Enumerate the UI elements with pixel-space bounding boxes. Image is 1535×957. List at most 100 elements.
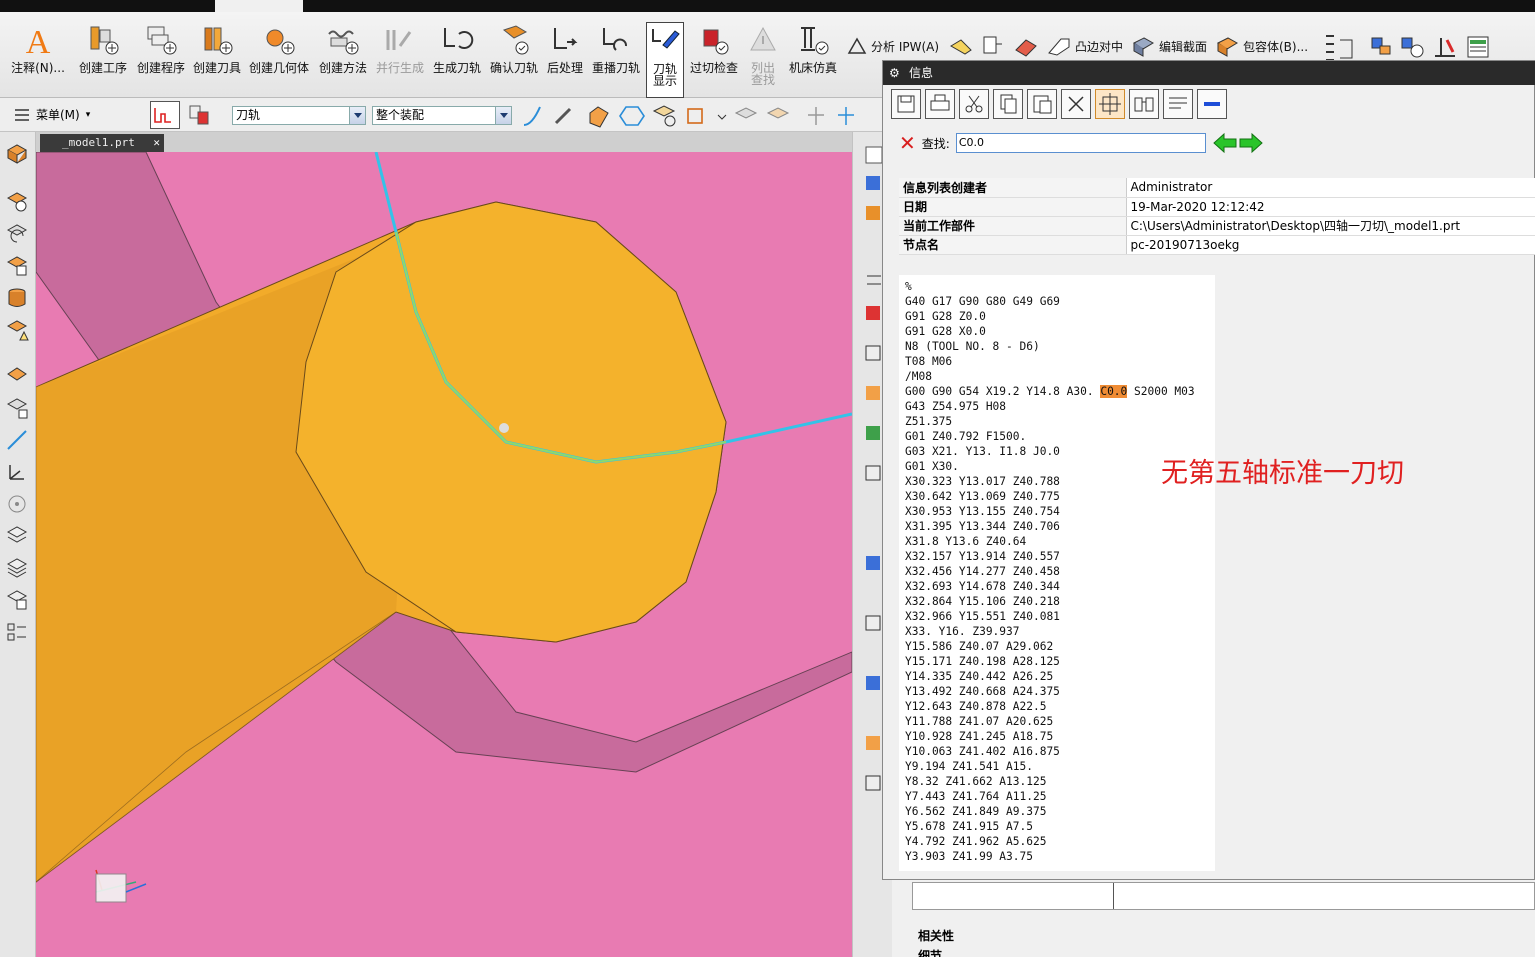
generate-toolpath-icon xyxy=(444,28,474,49)
verify-toolpath-icon xyxy=(502,25,529,55)
info-property-value: 19-Mar-2020 12:12:42 xyxy=(1126,197,1535,217)
chevron-down-icon[interactable] xyxy=(495,107,511,124)
list-find-button[interactable]: 列出 查找 xyxy=(744,18,782,90)
time-icon[interactable] xyxy=(1398,34,1426,60)
delete-button[interactable] xyxy=(1061,89,1091,119)
replay-toolpath-button[interactable]: 重播刀轨 xyxy=(590,18,642,90)
locate-button[interactable] xyxy=(1095,89,1125,119)
nc-code-line: Y5.678 Z41.915 A7.5 xyxy=(905,820,1033,833)
nc-code-listing[interactable]: % G40 G17 G90 G80 G49 G69 G91 G28 Z0.0 G91 … xyxy=(899,275,1215,871)
part-model-view[interactable] xyxy=(36,152,852,957)
minimize-button[interactable] xyxy=(1197,89,1227,119)
nc-code-line: T08 M06 xyxy=(905,355,953,368)
info-properties-table: 信息列表创建者 Administrator 日期 19-Mar-2020 12:12:… xyxy=(899,178,1535,255)
scope-filter-value: 整个装配 xyxy=(376,108,425,122)
analyze-ipw-button[interactable]: 分析 IPW(A) xyxy=(846,32,939,60)
settings-layer-icon[interactable] xyxy=(5,524,29,548)
edit-section-icon xyxy=(1133,37,1154,57)
find-label: 查找: xyxy=(921,136,950,151)
create-operation-button[interactable]: 创建工序 xyxy=(76,18,130,90)
nc-code-line: Y3.903 Z41.99 A3.75 xyxy=(905,850,1033,863)
create-geometry-button[interactable]: 创建几何体 xyxy=(247,18,311,90)
report-icon[interactable] xyxy=(980,34,1006,58)
verify-toolpath-button[interactable]: 确认刀轨 xyxy=(487,18,541,90)
machine-simulation-button[interactable]: 机床仿真 xyxy=(786,18,840,90)
type-filter-combo[interactable]: 刀轨 xyxy=(232,106,366,125)
eraser-icon[interactable] xyxy=(1013,36,1039,58)
nc-code-line: % xyxy=(905,280,912,293)
copy-icon[interactable] xyxy=(5,254,29,278)
create-method-label: 创建方法 xyxy=(318,61,367,75)
graphics-viewport[interactable] xyxy=(36,152,852,957)
rotate-icon[interactable] xyxy=(5,222,29,246)
crosshair-icon xyxy=(1099,93,1121,115)
scope-filter-combo[interactable]: 整个装配 xyxy=(372,106,512,125)
parallel-generate-icon xyxy=(386,30,412,50)
gouge-check-button[interactable]: 过切检查 xyxy=(688,18,740,90)
layers-icon[interactable] xyxy=(5,556,29,580)
edit-section-button[interactable]: 编辑截面 xyxy=(1130,32,1207,60)
edit-layer-icon[interactable] xyxy=(5,588,29,612)
nc-code-line: N8 (TOOL NO. 8 - D6) xyxy=(905,340,1040,353)
create-geometry-icon xyxy=(266,29,295,55)
nc-code-line: Y8.32 Z41.662 A13.125 xyxy=(905,775,1047,788)
close-icon[interactable]: ✕ xyxy=(153,134,160,152)
spreadsheet-icon[interactable] xyxy=(1464,34,1492,60)
parallel-generate-button[interactable]: 并行生成 xyxy=(374,18,426,90)
find-input[interactable]: C0.0 xyxy=(955,133,1206,153)
tool-holder-icon[interactable] xyxy=(1366,34,1394,60)
gear-icon[interactable]: ⚙ xyxy=(889,61,900,85)
paste-button[interactable] xyxy=(1027,89,1057,119)
line-icon[interactable] xyxy=(5,428,29,452)
operation-filter-icon[interactable] xyxy=(186,102,214,128)
navigator-icon[interactable] xyxy=(5,620,29,644)
dependencies-heading[interactable]: 相关性 xyxy=(918,927,954,944)
convex-edge-label: 凸边对中 xyxy=(1075,39,1124,54)
find-button[interactable] xyxy=(1129,89,1159,119)
generate-toolpath-button[interactable]: 生成刀轨 xyxy=(430,18,484,90)
tab-active[interactable] xyxy=(215,0,303,12)
selection-toggle[interactable] xyxy=(150,101,180,129)
top-menu-bar xyxy=(0,0,1535,12)
cube-icon[interactable] xyxy=(5,142,29,166)
print-icon xyxy=(930,94,950,111)
create-program-button[interactable]: 创建程序 xyxy=(134,18,188,90)
measure-icon[interactable] xyxy=(948,36,974,58)
parallel-generate-label: 并行生成 xyxy=(375,61,424,75)
postprocess-button[interactable]: 后处理 xyxy=(544,18,586,90)
cylinder-icon[interactable] xyxy=(5,286,29,310)
nc-code-line: Y13.492 Z40.668 A24.375 xyxy=(905,685,1060,698)
move-icon[interactable] xyxy=(5,190,29,214)
menu-button[interactable]: 菜单(M) ▾ xyxy=(14,106,90,123)
tag-icon[interactable] xyxy=(5,364,29,388)
document-tab[interactable]: _model1.prt ✕ xyxy=(40,134,164,152)
snap-tools-group[interactable] xyxy=(520,103,860,129)
bounding-body-button[interactable]: 包容体(B)... xyxy=(1214,32,1308,60)
toolpath-display-button[interactable]: 刀轨 显示 xyxy=(646,22,684,98)
convex-edge-center-button[interactable]: 凸边对中 xyxy=(1046,32,1123,60)
axis-warning-icon[interactable] xyxy=(1431,34,1459,60)
save-button[interactable] xyxy=(891,89,921,119)
info-title-bar[interactable]: ⚙ 信息 xyxy=(883,61,1535,85)
chevron-down-icon[interactable] xyxy=(349,107,365,124)
nc-code-line: G00 G90 G54 X19.2 Y14.8 A30. C0.0 S2000 … xyxy=(905,385,1195,398)
create-method-button[interactable]: 创建方法 xyxy=(316,18,370,90)
nc-code-line: G43 Z54.975 H08 xyxy=(905,400,1007,413)
warning-body-icon[interactable] xyxy=(5,318,29,342)
assembly-icon[interactable] xyxy=(5,396,29,420)
point-icon[interactable] xyxy=(5,492,29,516)
create-tool-button[interactable]: 创建刀具 xyxy=(190,18,244,90)
paste-icon xyxy=(1033,95,1052,114)
csys-icon[interactable] xyxy=(5,460,29,484)
find-nav-arrows[interactable] xyxy=(1212,132,1264,154)
copy-button[interactable] xyxy=(993,89,1023,119)
cut-button[interactable] xyxy=(959,89,989,119)
details-heading[interactable]: 细节 xyxy=(918,947,942,957)
info-property-key: 当前工作部件 xyxy=(899,216,1127,236)
print-button[interactable] xyxy=(925,89,955,119)
clear-find-icon[interactable]: ✕ xyxy=(899,133,916,153)
annotation-button[interactable]: A 注释(N)... xyxy=(6,18,70,90)
info-property-key: 节点名 xyxy=(899,235,1127,255)
bounding-body-icon xyxy=(1217,37,1238,57)
wrap-button[interactable] xyxy=(1163,89,1193,119)
